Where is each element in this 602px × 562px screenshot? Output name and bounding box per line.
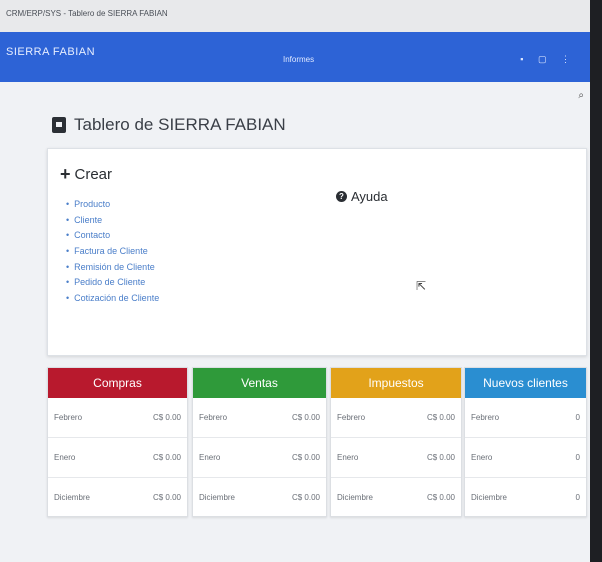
row-value: C$ 0.00 [426,493,455,502]
row-value: C$ 0.00 [152,493,181,502]
row-label: Febrero [471,413,500,422]
row-value: C$ 0.00 [152,413,181,422]
plus-icon: + [60,164,71,184]
help-icon: ? [336,191,347,202]
row-value: C$ 0.00 [152,453,181,462]
row-value: C$ 0.00 [426,413,455,422]
table-row: Diciembre C$ 0.00 [48,478,187,517]
nav-informes-link[interactable]: Informes [283,55,314,64]
table-row: Enero C$ 0.00 [48,438,187,478]
crear-header: + Crear [60,165,112,183]
table-row: Enero 0 [465,438,586,478]
row-value: C$ 0.00 [291,453,320,462]
browser-screen: CRM/ERP/SYS - Tablero de SIERRA FABIAN S… [0,0,590,562]
card-impuestos-header[interactable]: Impuestos [331,368,461,398]
page-header: Tablero de SIERRA FABIAN [52,115,286,135]
card-ventas-header[interactable]: Ventas [193,368,326,398]
search-icon[interactable]: ⌕ [578,90,584,101]
row-label: Enero [199,453,221,462]
top-navbar: SIERRA FABIAN Informes ▪ ▢ ⋮ [0,32,590,82]
table-row: Febrero C$ 0.00 [193,398,326,438]
crear-item-pedido[interactable]: Pedido de Cliente [66,275,159,291]
crear-item-remision[interactable]: Remisión de Cliente [66,260,159,276]
row-label: Diciembre [471,493,508,502]
row-value: 0 [575,453,580,462]
table-row: Febrero 0 [465,398,586,438]
table-row: Diciembre C$ 0.00 [193,478,326,517]
row-label: Enero [471,453,493,462]
row-value: C$ 0.00 [291,493,320,502]
window-titlebar: CRM/ERP/SYS - Tablero de SIERRA FABIAN [0,0,590,33]
row-label: Diciembre [199,493,236,502]
summary-cards: Compras Febrero C$ 0.00 Enero C$ 0.00 Dici… [47,367,587,517]
brand-name[interactable]: SIERRA FABIAN [6,46,95,58]
quick-actions-panel: + Crear Producto Cliente Contacto Factur… [47,148,587,356]
card-compras-header[interactable]: Compras [48,368,187,398]
browser-tab-title[interactable]: CRM/ERP/SYS - Tablero de SIERRA FABIAN [6,9,168,18]
page-title: Tablero de SIERRA FABIAN [74,115,286,134]
ayuda-label[interactable]: Ayuda [351,189,388,204]
crear-item-producto[interactable]: Producto [66,197,159,213]
row-value: 0 [575,493,580,502]
row-label: Febrero [199,413,228,422]
crear-list: Producto Cliente Contacto Factura de Cli… [66,197,159,307]
crear-item-contacto[interactable]: Contacto [66,228,159,244]
crear-item-factura[interactable]: Factura de Cliente [66,244,159,260]
row-label: Enero [337,453,359,462]
card-nuevos-clientes-header[interactable]: Nuevos clientes [465,368,586,398]
row-label: Diciembre [54,493,91,502]
card-impuestos: Impuestos Febrero C$ 0.00 Enero C$ 0.00 Di… [330,367,462,517]
dashboard-icon [52,117,66,133]
ayuda-section[interactable]: ? Ayuda [336,189,388,204]
table-row: Febrero C$ 0.00 [331,398,461,438]
table-row: Enero C$ 0.00 [331,438,461,478]
card-ventas: Ventas Febrero C$ 0.00 Enero C$ 0.00 Dicie… [192,367,327,517]
row-value: 0 [575,413,580,422]
row-label: Febrero [337,413,366,422]
crear-item-cotizacion[interactable]: Cotización de Cliente [66,291,159,307]
card-compras: Compras Febrero C$ 0.00 Enero C$ 0.00 Dici… [47,367,188,517]
mouse-cursor-icon: ⇱ [416,279,427,293]
row-value: C$ 0.00 [291,413,320,422]
row-label: Febrero [54,413,83,422]
table-row: Diciembre C$ 0.00 [331,478,461,517]
card-nuevos-clientes: Nuevos clientes Febrero 0 Enero 0 Diciembr… [464,367,587,517]
row-label: Enero [54,453,76,462]
table-row: Enero C$ 0.00 [193,438,326,478]
main-content: ⌕ Tablero de SIERRA FABIAN + Crear Produ… [0,82,590,562]
row-label: Diciembre [337,493,374,502]
row-value: C$ 0.00 [426,453,455,462]
window-control-icons[interactable]: ▪ ▢ ⋮ [520,54,576,65]
table-row: Febrero C$ 0.00 [48,398,187,438]
crear-item-cliente[interactable]: Cliente [66,213,159,229]
table-row: Diciembre 0 [465,478,586,517]
crear-title: Crear [74,165,113,183]
